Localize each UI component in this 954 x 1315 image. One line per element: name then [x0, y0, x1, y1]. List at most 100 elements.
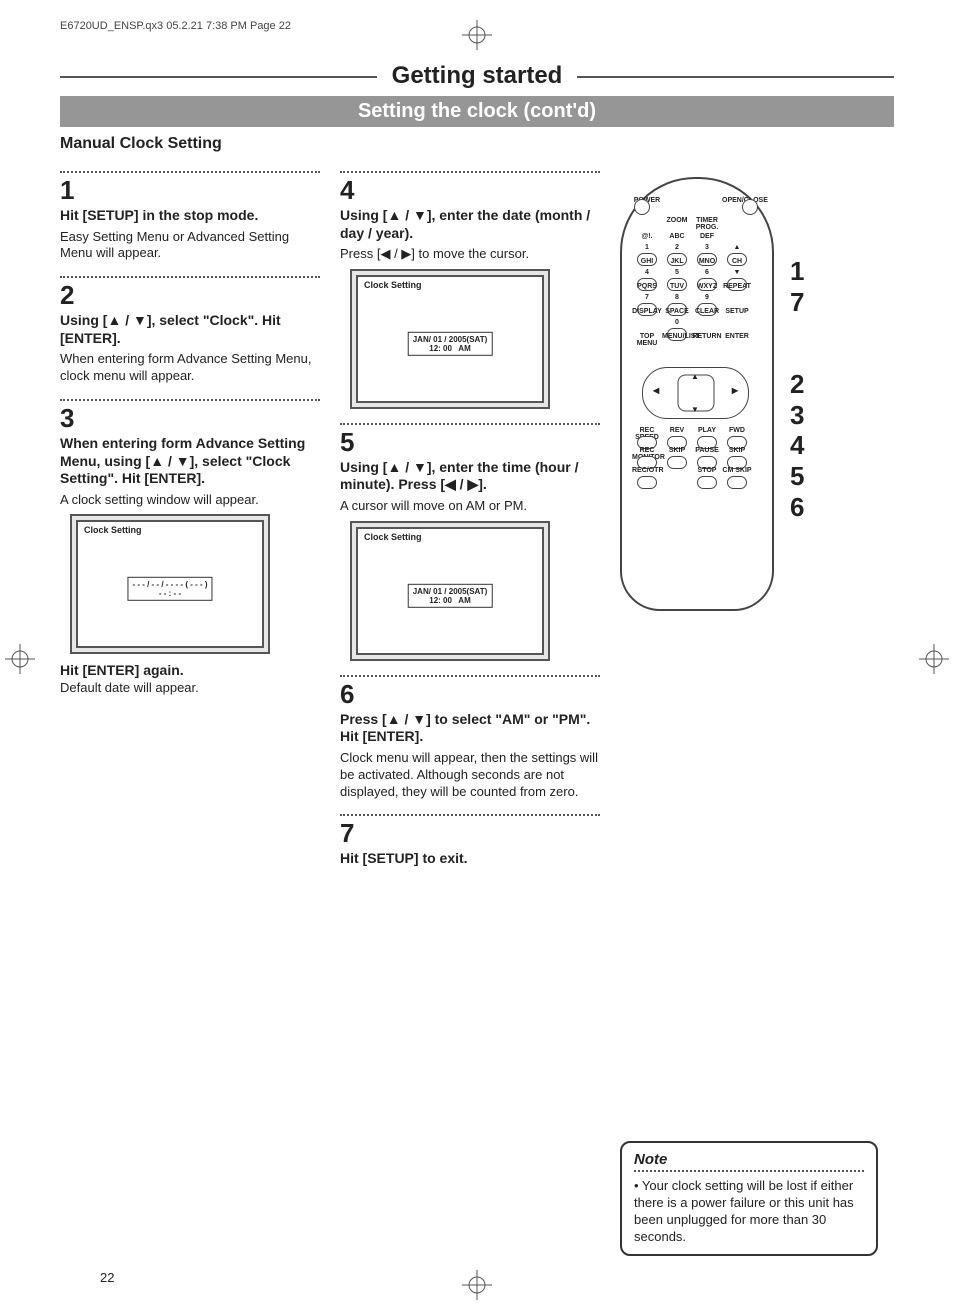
screen-title: Clock Setting	[364, 532, 422, 542]
remote-button-label: 6	[692, 269, 722, 276]
step-separator	[340, 171, 600, 173]
screen-value: JAN/ 01 / 2005(SAT) 12: 00 AM	[408, 332, 493, 356]
screen-value: JAN/ 01 / 2005(SAT) 12: 00 AM	[408, 584, 493, 608]
column-right: POWEROPEN/CLOSEZOOMTIMER PROG.@!.ABCDEF1…	[620, 157, 894, 1266]
remote-button-label: 0	[662, 319, 692, 326]
manual-heading: Manual Clock Setting	[60, 135, 894, 153]
remote-button-icon	[742, 199, 758, 215]
screen-illustration: Clock Setting - - - / - - / - - - - ( - …	[70, 514, 270, 654]
remote-button-label: REPEAT	[722, 283, 752, 290]
remote-button-label: ▲	[722, 244, 752, 251]
screen-title: Clock Setting	[84, 525, 142, 535]
right-arrow-icon: ▶	[732, 386, 738, 395]
section-subtitle: Setting the clock (cont'd)	[60, 96, 894, 127]
remote-button-label: STOP	[692, 467, 722, 474]
page-number: 22	[100, 1270, 114, 1285]
crop-mark-icon	[919, 644, 949, 677]
remote-button-label: TOP MENU	[632, 333, 662, 347]
remote-button-label: 9	[692, 294, 722, 301]
step-separator	[60, 276, 320, 278]
remote-button-label: TUV	[662, 283, 692, 290]
remote-button-label: MENU/LIST	[662, 333, 692, 340]
remote-button-label: WXYZ	[692, 283, 722, 290]
remote-button-label: SETUP	[722, 308, 752, 315]
callout-number: 6	[790, 493, 804, 522]
remote-button-label: REV	[662, 427, 692, 434]
step-body: Default date will appear.	[60, 680, 320, 697]
remote-button-label: 5	[662, 269, 692, 276]
step-heading: Using [▲ / ▼], enter the date (month / d…	[340, 207, 600, 242]
remote-button-icon	[727, 476, 747, 489]
callout-number: 2	[790, 370, 804, 399]
step-body: Clock menu will appear, then the setting…	[340, 750, 600, 801]
callout-number: 5	[790, 462, 804, 491]
remote-button-label: 3	[692, 244, 722, 251]
screen-illustration: Clock Setting JAN/ 01 / 2005(SAT) 12: 00…	[350, 521, 550, 661]
step-number: 2	[60, 282, 320, 308]
registration-mark-icon	[462, 20, 492, 50]
step-heading: Using [▲ / ▼], select "Clock". Hit [ENTE…	[60, 312, 320, 347]
remote-button-label: RETURN	[692, 333, 722, 340]
column-middle: 4 Using [▲ / ▼], enter the date (month /…	[340, 157, 600, 1266]
remote-button-label: TIMER PROG.	[692, 217, 722, 231]
remote-button-label: REC/OTR	[632, 467, 662, 474]
remote-button-label: PQRS	[632, 283, 662, 290]
remote-button-label: ENTER	[722, 333, 752, 340]
step-body: When entering form Advance Setting Menu,…	[60, 351, 320, 385]
column-left: 1 Hit [SETUP] in the stop mode. Easy Set…	[60, 157, 320, 1266]
step-heading: Using [▲ / ▼], enter the time (hour / mi…	[340, 459, 600, 494]
step-separator	[340, 423, 600, 425]
screen-value: - - - / - - / - - - - ( - - - ) - - : - …	[127, 577, 212, 601]
remote-button-label: ABC	[662, 233, 692, 240]
callout-number: 3	[790, 401, 804, 430]
remote-button-label: SPACE	[662, 308, 692, 315]
remote-button-label: ZOOM	[662, 217, 692, 224]
step-separator	[340, 814, 600, 816]
remote-button-label: SKIP	[722, 447, 752, 454]
content-columns: 1 Hit [SETUP] in the stop mode. Easy Set…	[60, 157, 894, 1266]
step-number: 1	[60, 177, 320, 203]
remote-button-label: @!.	[632, 233, 662, 240]
remote-button-label: ▼	[722, 269, 752, 276]
step-body: A clock setting window will appear.	[60, 492, 320, 509]
remote-button-label: GHI	[632, 258, 662, 265]
screen-illustration: Clock Setting JAN/ 01 / 2005(SAT) 12: 00…	[350, 269, 550, 409]
note-title: Note	[634, 1151, 864, 1168]
step-heading: Hit [SETUP] in the stop mode.	[60, 207, 320, 225]
remote-button-label: PLAY	[692, 427, 722, 434]
note-separator	[634, 1170, 864, 1172]
remote-button-icon	[697, 476, 717, 489]
step-separator	[60, 171, 320, 173]
step-sub-heading: Hit [ENTER] again.	[60, 662, 320, 678]
remote-dpad: ◀ ▶ ▲ ▼	[642, 367, 749, 419]
up-arrow-icon: ▲	[691, 372, 699, 381]
remote-button-label: SKIP	[662, 447, 692, 454]
callout-number: 1	[790, 257, 804, 286]
remote-button-label: CM SKIP	[722, 467, 752, 474]
remote-button-label: DISPLAY	[632, 308, 662, 315]
remote-illustration: POWEROPEN/CLOSEZOOMTIMER PROG.@!.ABCDEF1…	[620, 177, 894, 611]
section-title: Getting started	[60, 62, 894, 90]
remote-button-label: CH	[722, 258, 752, 265]
down-arrow-icon: ▼	[691, 405, 699, 414]
crop-mark-icon	[5, 644, 35, 677]
remote-button-label: FWD	[722, 427, 752, 434]
remote-button-label: DEF	[692, 233, 722, 240]
note-box: Note • Your clock setting will be lost i…	[620, 1141, 878, 1256]
step-number: 4	[340, 177, 600, 203]
step-separator	[340, 675, 600, 677]
remote-button-label: 2	[662, 244, 692, 251]
remote-button-icon	[637, 476, 657, 489]
remote-button-label: 7	[632, 294, 662, 301]
remote-button-label: MNO	[692, 258, 722, 265]
step-number: 7	[340, 820, 600, 846]
manual-page: E6720UD_ENSP.qx3 05.2.21 7:38 PM Page 22…	[0, 0, 954, 1315]
registration-mark-icon	[462, 1270, 492, 1300]
step-separator	[60, 399, 320, 401]
screen-title: Clock Setting	[364, 280, 422, 290]
remote-button-label: PAUSE	[692, 447, 722, 454]
callout-number: 4	[790, 431, 804, 460]
remote-button-icon	[667, 456, 687, 469]
step-number: 5	[340, 429, 600, 455]
remote-button-label: 4	[632, 269, 662, 276]
